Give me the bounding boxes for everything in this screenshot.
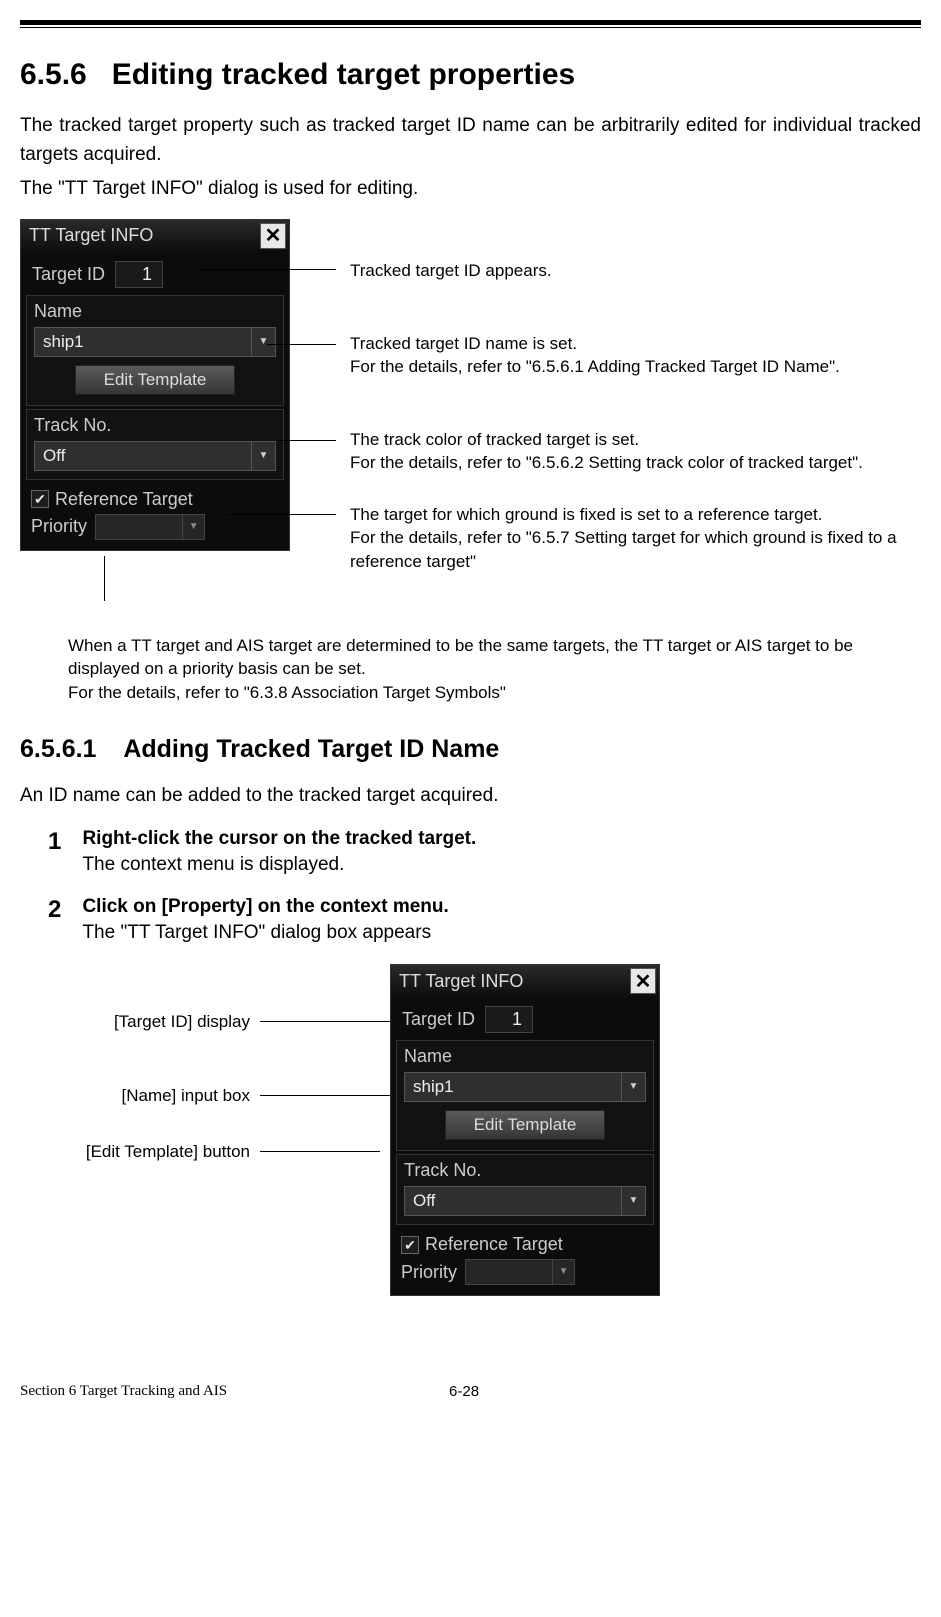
- fig2-label-target-id: [Target ID] display: [114, 1012, 250, 1032]
- chevron-down-icon[interactable]: ▼: [621, 1073, 645, 1101]
- fig2-label-edit-template: [Edit Template] button: [86, 1142, 250, 1162]
- target-id-row: Target ID 1: [26, 258, 284, 291]
- name-panel: Name ship1 ▼ Edit Template: [396, 1040, 654, 1151]
- edit-template-button[interactable]: Edit Template: [445, 1110, 605, 1140]
- page-footer: Section 6 Target Tracking and AIS 6-28: [20, 1383, 901, 1400]
- subsection-intro: An ID name can be added to the tracked t…: [20, 782, 921, 811]
- track-no-dropdown[interactable]: Off ▼: [34, 441, 276, 471]
- step-1-title: Right-click the cursor on the tracked ta…: [82, 828, 912, 850]
- priority-row: Priority ▼: [393, 1257, 657, 1293]
- figure-tt-target-info-simple: [Target ID] display [Name] input box [Ed…: [20, 964, 921, 1364]
- callout-ref-line2: For the details, refer to "6.5.7 Setting…: [350, 526, 941, 574]
- callout-track-line1: The track color of tracked target is set…: [350, 428, 863, 452]
- intro-paragraph-1: The tracked target property such as trac…: [20, 112, 921, 169]
- figure-tt-target-info-annotated: TT Target INFO ✕ Target ID 1 Name ship1 …: [20, 214, 921, 624]
- reference-target-label: Reference Target: [55, 489, 193, 510]
- section-heading: 6.5.6 Editing tracked target properties: [20, 58, 921, 92]
- chevron-down-icon[interactable]: ▼: [182, 515, 204, 539]
- track-no-value: Off: [405, 1191, 621, 1211]
- edit-template-button[interactable]: Edit Template: [75, 365, 235, 395]
- name-input[interactable]: ship1 ▼: [34, 327, 276, 357]
- subsection-title: Adding Tracked Target ID Name: [123, 735, 499, 763]
- callout-target-id: Tracked target ID appears.: [350, 259, 552, 283]
- track-no-value: Off: [35, 446, 251, 466]
- step-1: 1 Right-click the cursor on the tracked …: [48, 828, 921, 876]
- step-2-desc: The "TT Target INFO" dialog box appears: [82, 922, 912, 944]
- subsection-number: 6.5.6.1: [20, 735, 96, 763]
- step-2: 2 Click on [Property] on the context men…: [48, 896, 921, 944]
- priority-dropdown[interactable]: ▼: [95, 514, 205, 540]
- track-no-label: Track No.: [34, 415, 276, 436]
- name-value: ship1: [35, 332, 251, 352]
- target-id-row: Target ID 1: [396, 1003, 654, 1036]
- callout-name-line2: For the details, refer to "6.5.6.1 Addin…: [350, 355, 840, 379]
- callout-name-line1: Tracked target ID name is set.: [350, 332, 840, 356]
- step-1-desc: The context menu is displayed.: [82, 854, 912, 876]
- name-label: Name: [404, 1046, 646, 1067]
- name-label: Name: [34, 301, 276, 322]
- footer-section: Section 6 Target Tracking and AIS: [20, 1383, 227, 1400]
- name-value: ship1: [405, 1077, 621, 1097]
- priority-value: [96, 515, 182, 539]
- reference-target-row[interactable]: ✔ Reference Target: [393, 1228, 657, 1257]
- chevron-down-icon[interactable]: ▼: [621, 1187, 645, 1215]
- reference-target-row[interactable]: ✔ Reference Target: [23, 483, 287, 512]
- subsection-heading: 6.5.6.1 Adding Tracked Target ID Name: [20, 735, 921, 764]
- track-no-panel: Track No. Off ▼: [396, 1154, 654, 1225]
- dialog-title: TT Target INFO: [29, 225, 260, 246]
- name-panel: Name ship1 ▼ Edit Template: [26, 295, 284, 406]
- reference-target-checkbox[interactable]: ✔: [31, 490, 49, 508]
- track-no-dropdown[interactable]: Off ▼: [404, 1186, 646, 1216]
- target-id-value: 1: [115, 261, 163, 288]
- target-id-label: Target ID: [402, 1009, 475, 1030]
- track-no-panel: Track No. Off ▼: [26, 409, 284, 480]
- reference-target-label: Reference Target: [425, 1234, 563, 1255]
- dialog-titlebar: TT Target INFO ✕: [391, 965, 659, 997]
- fig2-label-name: [Name] input box: [121, 1086, 250, 1106]
- step-number: 2: [48, 896, 78, 924]
- chevron-down-icon[interactable]: ▼: [251, 328, 275, 356]
- track-no-label: Track No.: [404, 1160, 646, 1181]
- priority-label: Priority: [401, 1262, 457, 1283]
- tt-target-info-dialog: TT Target INFO ✕ Target ID 1 Name ship1 …: [390, 964, 660, 1296]
- close-icon[interactable]: ✕: [260, 223, 286, 249]
- name-input[interactable]: ship1 ▼: [404, 1072, 646, 1102]
- chevron-down-icon[interactable]: ▼: [251, 442, 275, 470]
- priority-label: Priority: [31, 516, 87, 537]
- reference-target-checkbox[interactable]: ✔: [401, 1236, 419, 1254]
- target-id-value: 1: [485, 1006, 533, 1033]
- callout-priority-line2: For the details, refer to "6.3.8 Associa…: [68, 681, 921, 705]
- priority-dropdown[interactable]: ▼: [465, 1259, 575, 1285]
- close-icon[interactable]: ✕: [630, 968, 656, 994]
- section-number: 6.5.6: [20, 58, 87, 91]
- priority-row: Priority ▼: [23, 512, 287, 548]
- target-id-label: Target ID: [32, 264, 105, 285]
- step-2-title: Click on [Property] on the context menu.: [82, 896, 912, 918]
- chevron-down-icon[interactable]: ▼: [552, 1260, 574, 1284]
- callout-ref-line1: The target for which ground is fixed is …: [350, 503, 941, 527]
- dialog-title: TT Target INFO: [399, 971, 630, 992]
- step-number: 1: [48, 828, 78, 856]
- callout-track-line2: For the details, refer to "6.5.6.2 Setti…: [350, 451, 863, 475]
- section-title: Editing tracked target properties: [112, 58, 575, 91]
- intro-paragraph-2: The "TT Target INFO" dialog is used for …: [20, 175, 921, 204]
- dialog-titlebar: TT Target INFO ✕: [21, 220, 289, 252]
- callout-priority: When a TT target and AIS target are dete…: [68, 634, 921, 705]
- footer-page-number: 6-28: [449, 1383, 479, 1400]
- priority-value: [466, 1260, 552, 1284]
- callout-priority-line1: When a TT target and AIS target are dete…: [68, 634, 921, 682]
